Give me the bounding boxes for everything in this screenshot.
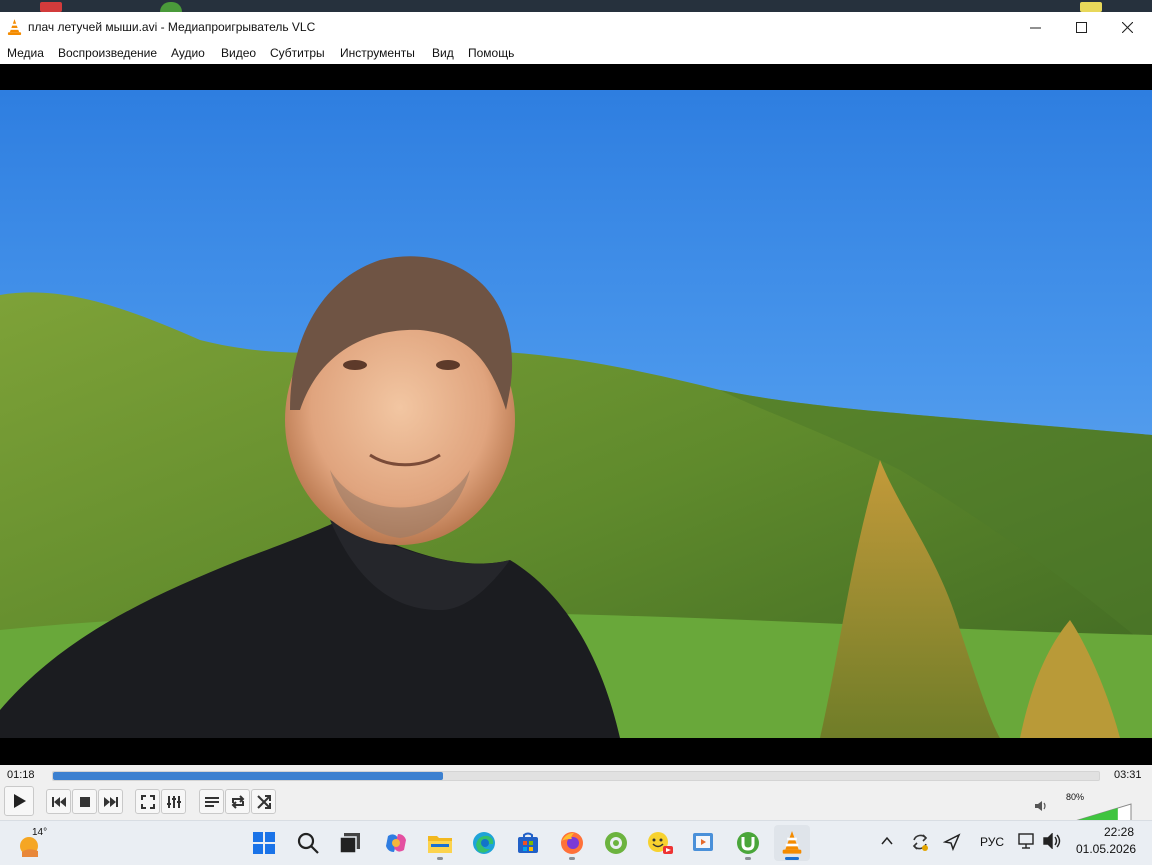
- video-frame[interactable]: [0, 90, 1152, 738]
- previous-icon: [51, 796, 66, 807]
- close-icon: [1121, 22, 1133, 33]
- weather-temp: 14°: [32, 827, 48, 838]
- taskbar-edge[interactable]: [466, 825, 502, 861]
- title-bar[interactable]: плач летучей мыши.avi - Медиапроигрывате…: [0, 12, 1152, 43]
- edge-icon: [473, 832, 495, 854]
- menu-video[interactable]: Видео: [221, 46, 256, 60]
- stop-icon: [79, 796, 90, 807]
- window-title: плач летучей мыши.avi - Медиапроигрывате…: [28, 20, 316, 34]
- desktop-icon[interactable]: [40, 2, 62, 12]
- play-icon: [14, 794, 26, 808]
- menu-media[interactable]: Медиа: [7, 46, 44, 60]
- network-icon[interactable]: [1018, 832, 1036, 850]
- shuffle-button[interactable]: [251, 789, 276, 814]
- loop-icon: [231, 794, 244, 809]
- task-view-icon: [339, 833, 360, 854]
- firefox-icon: [561, 832, 583, 854]
- taskbar-video-editor[interactable]: [686, 825, 722, 861]
- maximize-button[interactable]: [1058, 12, 1104, 43]
- taskbar-media[interactable]: [598, 825, 634, 861]
- video-editor-icon: [693, 833, 713, 851]
- taskbar-store[interactable]: [510, 825, 546, 861]
- store-icon: [518, 832, 538, 853]
- taskbar: 14° РУС 22:28 01.05.2026: [0, 820, 1152, 865]
- language-indicator[interactable]: РУС: [980, 835, 1004, 849]
- menu-bar: Медиа Воспроизведение Аудио Видео Субтит…: [0, 43, 1152, 65]
- close-button[interactable]: [1104, 12, 1150, 43]
- media-icon: [605, 832, 627, 854]
- next-icon: [103, 796, 118, 807]
- running-indicator: [569, 857, 575, 860]
- menu-audio[interactable]: Аудио: [171, 46, 205, 60]
- taskbar-utorrent[interactable]: [730, 825, 766, 861]
- taskbar-vlc[interactable]: [774, 825, 810, 861]
- maximize-icon: [1075, 22, 1087, 33]
- clock-date[interactable]: 01.05.2026: [1076, 842, 1136, 856]
- desktop-icon[interactable]: [160, 2, 182, 12]
- sync-icon[interactable]: [910, 832, 930, 852]
- loop-button[interactable]: [225, 789, 250, 814]
- start-icon: [253, 832, 275, 854]
- taskbar-search[interactable]: [290, 825, 326, 861]
- minimize-button[interactable]: [1012, 12, 1058, 43]
- clock-time[interactable]: 22:28: [1104, 825, 1134, 839]
- extended-settings-icon: [166, 795, 181, 808]
- location-icon[interactable]: [943, 833, 961, 851]
- play-button[interactable]: [4, 786, 34, 816]
- next-button[interactable]: [98, 789, 123, 814]
- weather-icon: [20, 837, 38, 857]
- taskbar-emoji-app[interactable]: [642, 825, 678, 861]
- menu-view[interactable]: Вид: [432, 46, 454, 60]
- utorrent-icon: [737, 832, 759, 854]
- search-icon: [297, 832, 319, 854]
- fullscreen-button[interactable]: [135, 789, 160, 814]
- active-indicator: [785, 857, 799, 860]
- vlc-icon: [7, 19, 22, 35]
- previous-button[interactable]: [46, 789, 71, 814]
- video-image: [0, 90, 1152, 738]
- elapsed-time[interactable]: 01:18: [7, 769, 35, 781]
- speaker-icon[interactable]: [1034, 800, 1048, 812]
- volume-label: 80%: [1066, 792, 1085, 802]
- video-area[interactable]: [0, 64, 1152, 765]
- copilot-icon: [386, 834, 406, 852]
- running-indicator: [437, 857, 443, 860]
- emoji-app-icon: [648, 832, 673, 854]
- chevron-up-icon[interactable]: [881, 836, 893, 846]
- minimize-icon: [1029, 27, 1041, 29]
- shuffle-icon: [256, 794, 271, 809]
- taskbar-start[interactable]: [246, 825, 282, 861]
- playlist-icon: [204, 796, 219, 807]
- menu-help[interactable]: Помощь: [468, 46, 514, 60]
- taskbar-file-explorer[interactable]: [422, 825, 458, 861]
- menu-subtitles[interactable]: Субтитры: [270, 46, 325, 60]
- total-time[interactable]: 03:31: [1114, 769, 1142, 781]
- extended-settings-button[interactable]: [161, 789, 186, 814]
- seek-bar[interactable]: [52, 771, 1100, 781]
- playback-controls: 01:18 03:31 80%: [0, 765, 1152, 825]
- playlist-button[interactable]: [199, 789, 224, 814]
- fullscreen-icon: [140, 794, 155, 809]
- file-explorer-icon: [428, 836, 452, 853]
- taskbar-firefox[interactable]: [554, 825, 590, 861]
- weather-widget[interactable]: 14°: [18, 827, 58, 859]
- menu-tools[interactable]: Инструменты: [340, 46, 415, 60]
- stop-button[interactable]: [72, 789, 97, 814]
- taskbar-task-view[interactable]: [332, 825, 368, 861]
- vlc-icon: [782, 831, 802, 854]
- seek-progress: [53, 772, 444, 780]
- desktop-background: [0, 0, 1152, 12]
- desktop-icon[interactable]: [1080, 2, 1102, 12]
- vlc-window: плач летучей мыши.avi - Медиапроигрывате…: [0, 12, 1152, 825]
- running-indicator: [745, 857, 751, 860]
- menu-playback[interactable]: Воспроизведение: [58, 46, 157, 60]
- taskbar-copilot[interactable]: [378, 825, 414, 861]
- volume-icon[interactable]: [1042, 833, 1062, 849]
